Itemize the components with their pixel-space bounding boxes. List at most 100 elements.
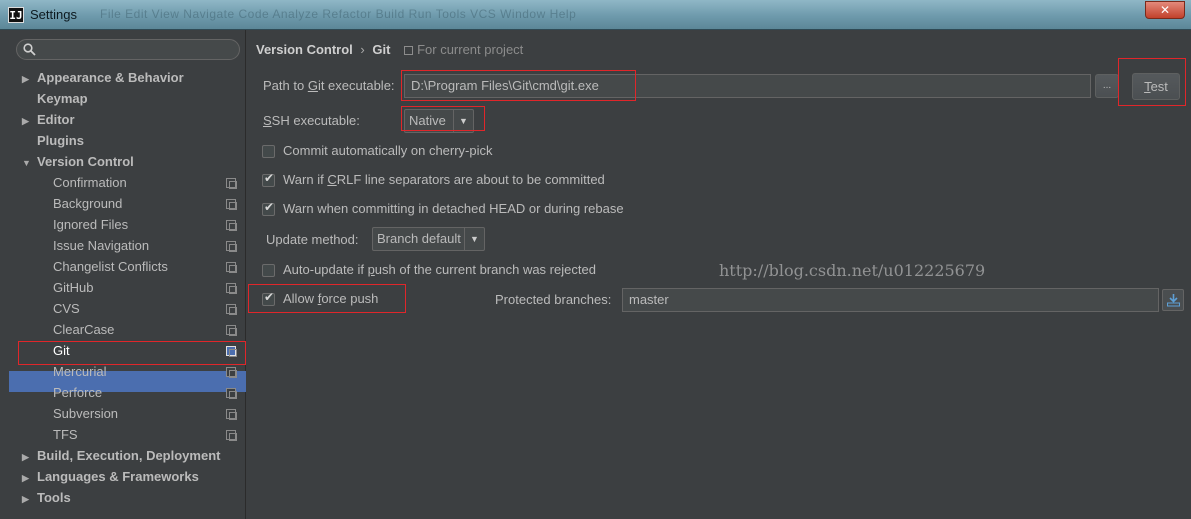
sidebar-item-label: Mercurial — [53, 364, 107, 379]
project-level-icon — [226, 346, 237, 357]
collapsed-arrow-icon[interactable]: ▶ — [22, 111, 37, 132]
update-method-value: Branch default — [377, 231, 461, 246]
commit-on-cherry-pick-checkbox[interactable] — [262, 145, 275, 158]
project-level-icon — [226, 325, 237, 336]
sidebar-item-languages-frameworks[interactable]: ▶ Languages & Frameworks — [22, 466, 199, 487]
auto-update-label-mnemonic: p — [367, 262, 375, 277]
sidebar-item-label: CVS — [53, 301, 80, 316]
expand-field-button[interactable] — [1162, 289, 1184, 311]
sidebar-item-label: Perforce — [53, 385, 103, 400]
warn-crlf-label-post: RLF line separators are about to be comm… — [336, 172, 605, 187]
sidebar-item-background[interactable]: Background — [53, 193, 122, 214]
project-level-icon — [226, 262, 237, 273]
git-executable-path-input[interactable]: D:\Program Files\Git\cmd\git.exe — [404, 74, 1091, 98]
auto-update-label-pre: Auto-update if — [283, 262, 368, 277]
project-level-icon — [226, 304, 237, 315]
expanded-arrow-icon[interactable]: ▼ — [22, 153, 37, 174]
git-path-label-mnemonic: G — [307, 78, 318, 93]
chevron-down-icon: ▼ — [464, 228, 484, 250]
ssh-executable-select[interactable]: Native ▼ — [404, 109, 474, 133]
allow-force-push-label-pre: Allow — [283, 291, 318, 306]
window-close-button[interactable]: ✕ — [1145, 1, 1185, 19]
intellij-app-icon: IJ — [8, 7, 24, 23]
sidebar-item-version-control[interactable]: ▼ Version Control — [22, 151, 134, 172]
sidebar-item-subversion[interactable]: Subversion — [53, 403, 118, 424]
project-level-icon — [226, 178, 237, 189]
sidebar-item-tfs[interactable]: TFS — [53, 424, 78, 445]
chevron-down-icon: ▼ — [453, 110, 473, 132]
sidebar-item-label: Changelist Conflicts — [53, 259, 168, 274]
sidebar-item-appearance-behavior[interactable]: ▶ Appearance & Behavior — [22, 67, 184, 88]
download-icon — [1167, 294, 1180, 307]
ssh-label-mnemonic: S — [263, 113, 272, 128]
sidebar-item-clearcase[interactable]: ClearCase — [53, 319, 114, 340]
sidebar-item-label: Plugins — [37, 133, 84, 148]
watermark: http://blog.csdn.net/u012225679 — [719, 261, 986, 280]
sidebar-item-label: Appearance & Behavior — [37, 70, 184, 85]
git-path-label-post: it executable: — [317, 78, 395, 93]
breadcrumb-parent[interactable]: Version Control — [256, 42, 353, 57]
sidebar-item-build-execution-deployment[interactable]: ▶ Build, Execution, Deployment — [22, 445, 220, 466]
warn-crlf-checkbox[interactable] — [262, 171, 275, 187]
warn-detached-head-checkbox[interactable] — [262, 200, 275, 216]
window-title: Settings — [30, 7, 77, 22]
sidebar-item-label: Build, Execution, Deployment — [37, 448, 221, 463]
test-button-label: est — [1150, 79, 1168, 94]
project-scope-note: For current project — [404, 42, 523, 57]
warn-detached-head-label: Warn when committing in detached HEAD or… — [283, 201, 624, 216]
ssh-label-post: SH executable: — [271, 113, 360, 128]
auto-update-checkbox[interactable] — [262, 264, 275, 277]
blurred-background-menu: File Edit View Navigate Code Analyze Ref… — [100, 7, 577, 21]
sidebar-item-plugins[interactable]: Plugins — [22, 130, 84, 151]
warn-crlf-label-pre: Warn if — [283, 172, 328, 187]
project-level-icon — [226, 388, 237, 399]
browse-git-path-button[interactable]: ... — [1095, 74, 1119, 98]
collapsed-arrow-icon[interactable]: ▶ — [22, 447, 37, 468]
settings-sidebar: ▶ Appearance & Behavior Keymap ▶ Editor Plugi… — [0, 30, 246, 519]
git-path-label: Path to Git executable: — [263, 78, 395, 93]
commit-on-cherry-pick-label: Commit automatically on cherry-pick — [283, 143, 493, 158]
project-level-icon — [226, 367, 237, 378]
auto-update-label: Auto-update if push of the current branc… — [283, 262, 596, 277]
sidebar-item-cvs[interactable]: CVS — [53, 298, 80, 319]
collapsed-arrow-icon[interactable]: ▶ — [22, 489, 37, 510]
git-settings-panel: Version Control › Git For current projec… — [247, 30, 1191, 519]
breadcrumb: Version Control › Git For current projec… — [256, 42, 523, 57]
title-bar: IJ Settings File Edit View Navigate Code… — [0, 0, 1191, 30]
project-level-icon — [226, 409, 237, 420]
collapsed-arrow-icon[interactable]: ▶ — [22, 468, 37, 489]
protected-branches-label: Protected branches: — [495, 292, 612, 307]
sidebar-item-label: ClearCase — [53, 322, 115, 337]
sidebar-item-ignored-files[interactable]: Ignored Files — [53, 214, 128, 235]
settings-search-input[interactable] — [16, 39, 240, 60]
sidebar-item-changelist-conflicts[interactable]: Changelist Conflicts — [53, 256, 168, 277]
sidebar-item-mercurial[interactable]: Mercurial — [53, 361, 106, 382]
project-scope-icon — [404, 46, 414, 55]
warn-crlf-label: Warn if CRLF line separators are about t… — [283, 172, 605, 187]
allow-force-push-checkbox[interactable] — [262, 290, 275, 306]
collapsed-arrow-icon[interactable]: ▶ — [22, 69, 37, 90]
project-level-icon — [226, 430, 237, 441]
search-icon — [23, 43, 36, 56]
sidebar-item-tools[interactable]: ▶ Tools — [22, 487, 71, 508]
test-git-button[interactable]: Test — [1132, 73, 1180, 100]
protected-branches-input[interactable]: master — [622, 288, 1159, 312]
project-level-icon — [226, 199, 237, 210]
sidebar-item-label: Git — [53, 343, 70, 358]
sidebar-item-confirmation[interactable]: Confirmation — [53, 172, 127, 193]
sidebar-item-keymap[interactable]: Keymap — [22, 88, 88, 109]
sidebar-item-perforce[interactable]: Perforce — [53, 382, 102, 403]
sidebar-item-label: Background — [53, 196, 123, 211]
sidebar-item-label: Editor — [37, 112, 75, 127]
sidebar-item-issue-navigation[interactable]: Issue Navigation — [53, 235, 149, 256]
project-level-icon — [226, 283, 237, 294]
update-method-select[interactable]: Branch default ▼ — [372, 227, 485, 251]
sidebar-item-git[interactable]: Git — [53, 340, 70, 361]
allow-force-push-label-post: orce push — [321, 291, 379, 306]
auto-update-label-post: ush of the current branch was rejected — [374, 262, 596, 277]
sidebar-item-editor[interactable]: ▶ Editor — [22, 109, 75, 130]
sidebar-item-label: Tools — [37, 490, 71, 505]
selected-row-highlight — [9, 371, 246, 392]
sidebar-item-label: Version Control — [37, 154, 134, 169]
sidebar-item-github[interactable]: GitHub — [53, 277, 93, 298]
